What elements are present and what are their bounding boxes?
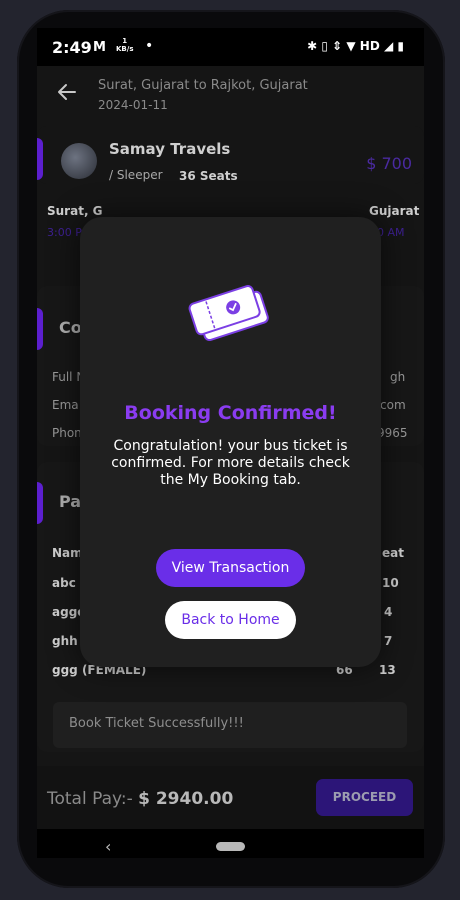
modal-message: Congratulation! your bus ticket is confi… [111,438,350,488]
passengers-title: Pa [59,492,82,511]
back-arrow-icon[interactable] [55,80,79,104]
notification-dot: • [145,38,154,54]
gmail-icon: M [93,40,106,55]
passenger-header-seat: eat [382,546,404,560]
network-speed: 1 KB/s [116,37,133,53]
bus-name: Samay Travels [109,140,231,158]
bus-image [61,143,97,179]
status-icons: ✱ ▯ ⇕ ▼ HD ◢ ▮ [307,39,404,53]
arrival-time: 0 AM [377,226,405,239]
passenger-seat: 13 [379,663,396,677]
success-message: Book Ticket Successfully!!! [69,716,244,731]
to-city: Gujarat [369,204,420,218]
bus-card: Samay Travels / Sleeper 36 Seats $ 700 [37,126,424,184]
nav-back-icon[interactable]: ‹ [105,837,111,856]
contact-title: Co [59,318,82,337]
accent-bar [37,308,43,350]
network-speed-unit: KB/s [116,45,134,53]
screen: 2:49 M 1 KB/s • ✱ ▯ ⇕ ▼ HD ◢ ▮ Surat, Gu… [37,28,424,858]
contact-label: Phon [52,426,82,440]
total-pay-label: Total Pay:- [47,789,139,809]
passenger-seat: 4 [384,605,393,619]
total-pay: Total Pay:- $ 2940.00 [47,789,233,809]
departure-time: 3:00 P [47,226,82,239]
accent-bar [37,482,43,524]
bus-type: / Sleeper [109,168,163,182]
journey-date: 2024-01-11 [98,98,168,112]
contact-label: Ema [52,398,79,412]
passenger-seat: 7 [384,634,393,648]
contact-value: com [380,398,406,412]
success-toast: Book Ticket Successfully!!! [53,702,407,748]
bus-price: $ 700 [366,154,412,173]
accent-bar [37,138,43,180]
passenger-seat: 10 [382,576,399,590]
passenger-header-name: Nam [52,546,83,560]
total-pay-value: $ 2940.00 [138,789,234,809]
nav-home-pill[interactable] [216,842,245,851]
android-nav-bar: ‹ [37,829,424,858]
back-to-home-button[interactable]: Back to Home [165,601,296,639]
bus-seats: 36 Seats [179,169,238,183]
footer: Total Pay:- $ 2940.00 PROCEED [37,766,424,829]
view-transaction-button[interactable]: View Transaction [156,549,305,587]
header: Surat, Gujarat to Rajkot, Gujarat 2024-0… [37,66,424,126]
modal-title: Booking Confirmed! [124,402,337,424]
contact-value: 9965 [377,426,408,440]
proceed-button[interactable]: PROCEED [316,779,413,816]
ticket-icon [188,285,269,342]
status-time: 2:49 [52,38,92,57]
from-city: Surat, G [47,204,103,218]
contact-value: gh [390,370,406,384]
route-title: Surat, Gujarat to Rajkot, Gujarat [98,78,308,93]
network-speed-value: 1 [122,37,128,45]
booking-confirmed-dialog: Booking Confirmed! Congratulation! your … [80,217,381,667]
status-bar: 2:49 M 1 KB/s • ✱ ▯ ⇕ ▼ HD ◢ ▮ [37,28,424,66]
